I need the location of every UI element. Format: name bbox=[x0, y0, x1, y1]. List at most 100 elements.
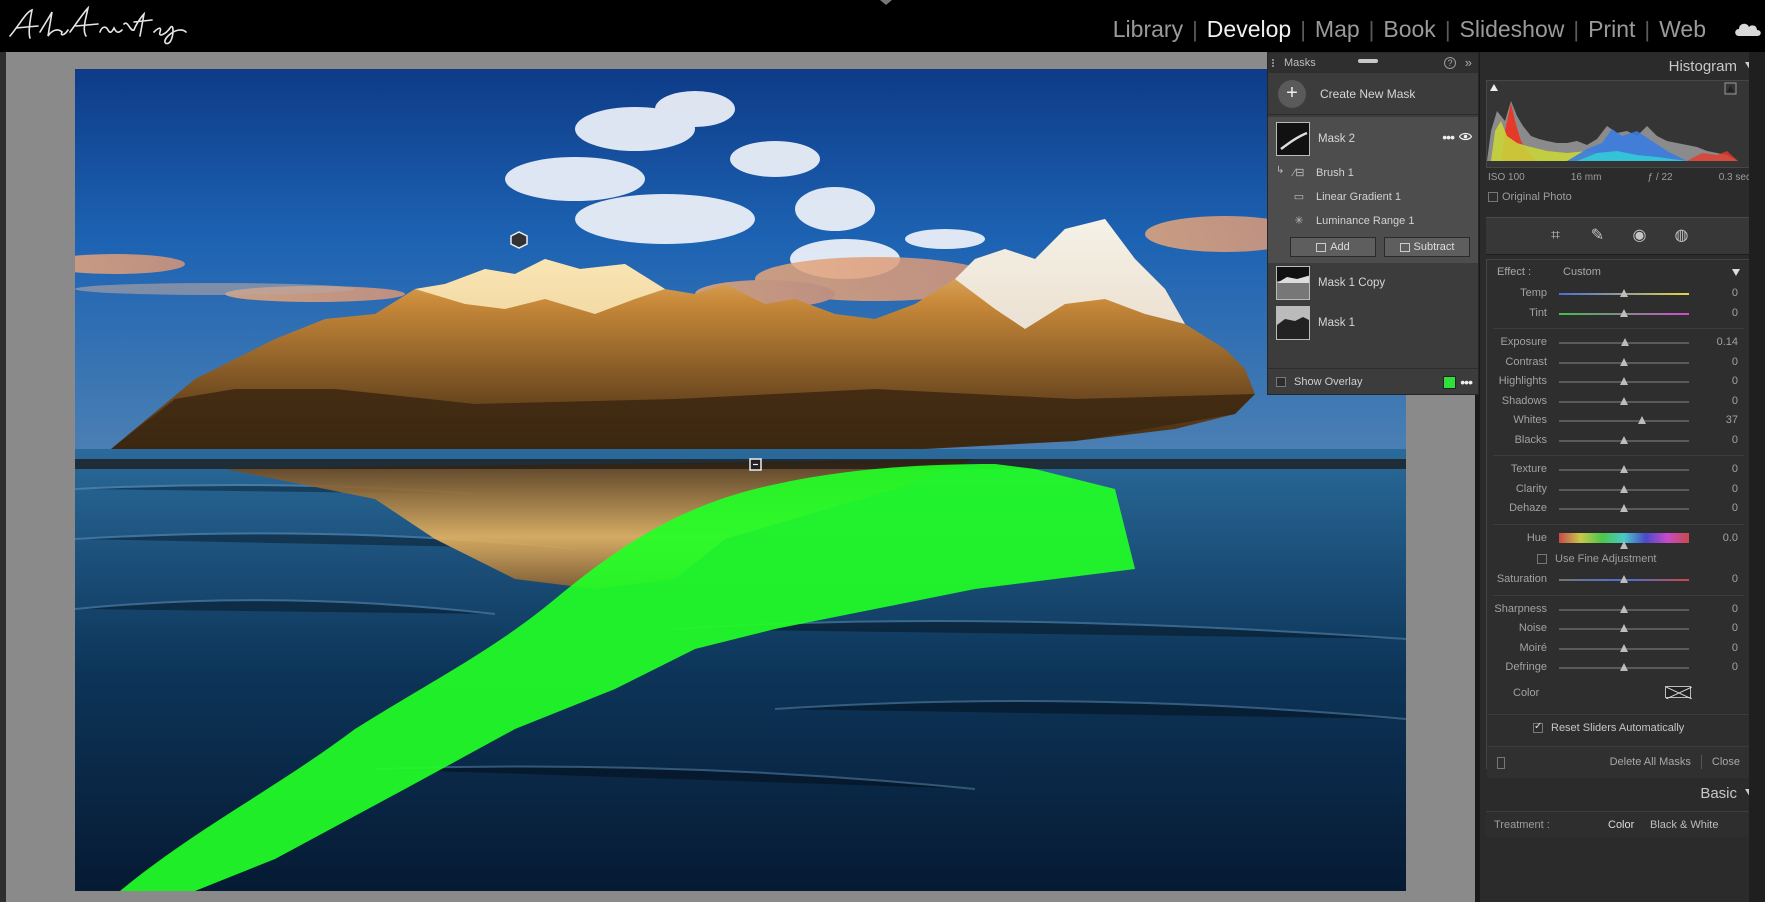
drag-grip-icon[interactable] bbox=[1272, 59, 1278, 67]
slider-thumb[interactable] bbox=[1620, 540, 1628, 549]
subtract-button[interactable]: Subtract bbox=[1384, 237, 1470, 257]
slider-thumb[interactable] bbox=[1620, 663, 1628, 671]
slider-value[interactable]: 0 bbox=[1732, 603, 1738, 615]
slider-exposure[interactable]: Exposure 0.14 bbox=[1487, 333, 1750, 353]
slider-shadows[interactable]: Shadows 0 bbox=[1487, 392, 1750, 412]
slider-value[interactable]: 0 bbox=[1732, 375, 1738, 387]
slider-saturation[interactable]: Saturation 0 bbox=[1487, 570, 1750, 590]
slider-value[interactable]: 0 bbox=[1732, 483, 1738, 495]
slider-texture[interactable]: Texture 0 bbox=[1487, 460, 1750, 480]
slider-moir-[interactable]: Moiré 0 bbox=[1487, 639, 1750, 659]
mask-item-mask-1[interactable]: Mask 1 bbox=[1268, 303, 1478, 343]
slider-tint[interactable]: Tint 0 bbox=[1487, 304, 1750, 324]
slider-hue[interactable]: Hue 0.0 bbox=[1487, 529, 1750, 549]
slider-value[interactable]: 0 bbox=[1732, 573, 1738, 585]
slider-value[interactable]: 0 bbox=[1732, 356, 1738, 368]
slider-sharpness[interactable]: Sharpness 0 bbox=[1487, 600, 1750, 620]
panel-handle-icon[interactable] bbox=[1358, 59, 1378, 63]
color-picker-swatch[interactable] bbox=[1665, 685, 1693, 699]
slider-value[interactable]: 0.14 bbox=[1717, 336, 1738, 348]
mask-item-mask-2[interactable]: Mask 2 ••• bbox=[1268, 117, 1478, 161]
histogram-header[interactable]: Histogram bbox=[1480, 52, 1765, 80]
collapse-panel-icon[interactable]: » bbox=[1465, 55, 1472, 70]
slider-thumb[interactable] bbox=[1620, 624, 1628, 632]
slider-whites[interactable]: Whites 37 bbox=[1487, 411, 1750, 431]
slider-value[interactable]: 0 bbox=[1732, 307, 1738, 319]
slider-value[interactable]: 37 bbox=[1726, 414, 1738, 426]
slider-clarity[interactable]: Clarity 0 bbox=[1487, 480, 1750, 500]
overlay-color-swatch[interactable] bbox=[1443, 376, 1456, 389]
healing-icon[interactable]: ✎ bbox=[1589, 227, 1607, 245]
slider-value[interactable]: 0 bbox=[1732, 642, 1738, 654]
masks-panel-header[interactable]: Masks ? » bbox=[1268, 53, 1478, 73]
basic-header[interactable]: Basic bbox=[1480, 779, 1765, 807]
slider-value[interactable]: 0 bbox=[1732, 502, 1738, 514]
slider-temp[interactable]: Temp 0 bbox=[1487, 284, 1750, 304]
slider-track[interactable] bbox=[1559, 420, 1689, 422]
treatment-bw-option[interactable]: Black & White bbox=[1650, 819, 1718, 831]
slider-defringe[interactable]: Defringe 0 bbox=[1487, 658, 1750, 678]
slider-thumb[interactable] bbox=[1620, 484, 1628, 493]
slider-thumb[interactable] bbox=[1620, 575, 1628, 583]
top-panel-toggle-icon[interactable] bbox=[880, 0, 892, 5]
masking-icon[interactable]: ◍ bbox=[1673, 227, 1691, 245]
add-button[interactable]: Add bbox=[1290, 237, 1376, 257]
slider-thumb[interactable] bbox=[1620, 604, 1628, 613]
component-brush-1[interactable]: ⁄⊟ Brush 1 bbox=[1268, 161, 1478, 185]
left-panel-edge[interactable] bbox=[0, 52, 6, 902]
slider-thumb[interactable] bbox=[1620, 357, 1628, 366]
help-icon[interactable]: ? bbox=[1444, 57, 1456, 69]
red-eye-icon[interactable]: ◉ bbox=[1631, 227, 1649, 245]
module-develop[interactable]: Develop bbox=[1198, 16, 1300, 43]
close-button[interactable]: Close bbox=[1712, 756, 1740, 768]
slider-dehaze[interactable]: Dehaze 0 bbox=[1487, 499, 1750, 519]
slider-value[interactable]: 0 bbox=[1732, 395, 1738, 407]
slider-value[interactable]: 0 bbox=[1732, 434, 1738, 446]
slider-value[interactable]: 0 bbox=[1732, 661, 1738, 673]
slider-thumb[interactable] bbox=[1620, 308, 1628, 317]
slider-blacks[interactable]: Blacks 0 bbox=[1487, 431, 1750, 451]
overlay-options-icon[interactable]: ••• bbox=[1460, 374, 1473, 390]
module-library[interactable]: Library bbox=[1104, 16, 1192, 43]
slider-value[interactable]: 0 bbox=[1732, 287, 1738, 299]
slider-value[interactable]: 0 bbox=[1732, 463, 1738, 475]
slider-thumb[interactable] bbox=[1621, 338, 1630, 346]
show-overlay-checkbox[interactable] bbox=[1276, 376, 1286, 387]
slider-value[interactable]: 0 bbox=[1732, 622, 1738, 634]
crop-icon[interactable]: ⌗ bbox=[1547, 227, 1565, 245]
slider-thumb[interactable] bbox=[1620, 377, 1628, 385]
module-print[interactable]: Print bbox=[1579, 16, 1644, 43]
component-linear-gradient-1[interactable]: ▭ Linear Gradient 1 bbox=[1268, 185, 1478, 209]
create-new-mask-button[interactable]: + Create New Mask bbox=[1268, 73, 1478, 115]
module-slideshow[interactable]: Slideshow bbox=[1451, 16, 1574, 43]
histogram-graph[interactable] bbox=[1486, 80, 1751, 168]
more-options-icon[interactable]: ••• bbox=[1442, 129, 1455, 145]
photo-preview[interactable] bbox=[75, 69, 1406, 891]
slider-thumb[interactable] bbox=[1620, 465, 1628, 473]
reset-sliders-checkbox[interactable] bbox=[1533, 721, 1543, 733]
slider-highlights[interactable]: Highlights 0 bbox=[1487, 372, 1750, 392]
slider-value[interactable]: 0.0 bbox=[1723, 532, 1738, 544]
slider-thumb[interactable] bbox=[1620, 435, 1628, 444]
module-book[interactable]: Book bbox=[1374, 16, 1444, 43]
right-panel-scrollbar[interactable] bbox=[1749, 52, 1765, 902]
slider-thumb[interactable] bbox=[1620, 289, 1628, 297]
component-luminance-range-1[interactable]: ✳ Luminance Range 1 bbox=[1268, 209, 1478, 233]
cloud-sync-icon[interactable] bbox=[1733, 20, 1763, 38]
original-photo-checkbox[interactable] bbox=[1488, 192, 1498, 202]
slider-contrast[interactable]: Contrast 0 bbox=[1487, 353, 1750, 373]
mask-item-mask-1-copy[interactable]: Mask 1 Copy bbox=[1268, 263, 1478, 303]
slider-thumb[interactable] bbox=[1620, 396, 1628, 405]
collapse-triangle-icon[interactable] bbox=[1732, 269, 1740, 276]
slider-thumb[interactable] bbox=[1620, 643, 1628, 652]
effect-preset-select[interactable]: Custom bbox=[1563, 266, 1601, 278]
mask-toggle-switch-icon[interactable] bbox=[1497, 756, 1505, 769]
fine-adjustment-checkbox[interactable] bbox=[1537, 554, 1547, 564]
eye-visibility-icon[interactable] bbox=[1459, 132, 1472, 141]
slider-noise[interactable]: Noise 0 bbox=[1487, 619, 1750, 639]
slider-thumb[interactable] bbox=[1638, 416, 1647, 424]
slider-thumb[interactable] bbox=[1620, 504, 1628, 512]
module-web[interactable]: Web bbox=[1650, 16, 1715, 43]
module-map[interactable]: Map bbox=[1306, 16, 1369, 43]
treatment-color-option[interactable]: Color bbox=[1608, 819, 1634, 831]
